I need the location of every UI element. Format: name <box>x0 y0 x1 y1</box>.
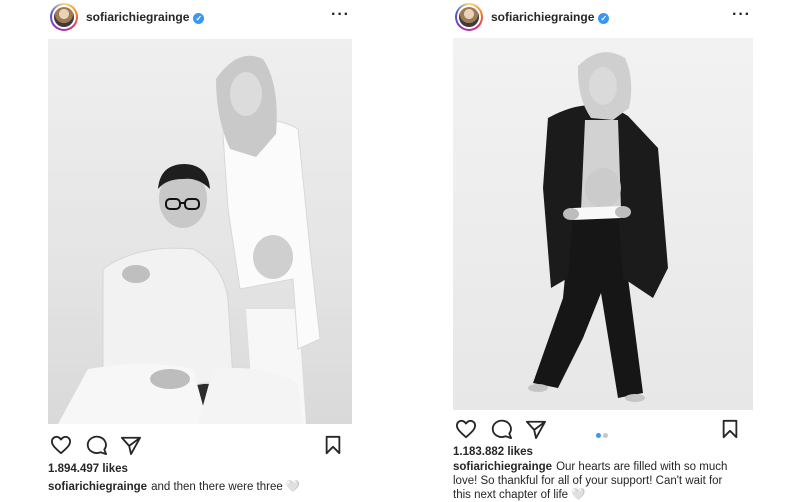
comment-icon[interactable] <box>491 419 513 439</box>
carousel-dot[interactable] <box>603 433 608 438</box>
username-text: sofiarichiegrainge <box>86 10 190 24</box>
username-link[interactable]: sofiarichiegrainge ✓ <box>491 10 610 24</box>
caption-username[interactable]: sofiarichiegrainge <box>453 461 552 473</box>
share-icon[interactable] <box>120 435 142 455</box>
verified-badge-icon: ✓ <box>193 13 205 24</box>
caption-text: and then there were three <box>151 481 283 493</box>
caption: sofiarichiegrainge Our hearts are filled … <box>453 460 743 502</box>
heart-icon[interactable] <box>50 435 72 455</box>
action-bar <box>48 433 352 457</box>
more-options-icon[interactable]: ··· <box>732 7 751 23</box>
post-right: sofiarichiegrainge ✓ ··· 1.183.882 likes… <box>453 0 753 501</box>
carousel-indicator <box>595 425 609 443</box>
bookmark-icon[interactable] <box>721 419 739 439</box>
comment-icon[interactable] <box>86 435 108 455</box>
avatar[interactable] <box>455 3 483 31</box>
username-text: sofiarichiegrainge <box>491 10 595 24</box>
carousel-dot-active[interactable] <box>596 433 601 438</box>
more-options-icon[interactable]: ··· <box>331 7 350 23</box>
bookmark-icon[interactable] <box>324 435 342 455</box>
post-photo[interactable] <box>48 39 352 424</box>
post-header: sofiarichiegrainge ✓ ··· <box>453 0 753 38</box>
avatar[interactable] <box>50 3 78 31</box>
white-heart-emoji-icon: 🤍 <box>285 481 301 493</box>
caption: sofiarichiegrainge and then there were th… <box>48 480 348 494</box>
post-photo[interactable] <box>453 38 753 410</box>
likes-count[interactable]: 1.183.882 likes <box>453 446 533 458</box>
verified-badge-icon: ✓ <box>598 13 610 24</box>
heart-icon[interactable] <box>455 419 477 439</box>
post-header: sofiarichiegrainge ✓ ··· <box>48 0 352 38</box>
caption-username[interactable]: sofiarichiegrainge <box>48 481 147 493</box>
white-heart-emoji-icon: 🤍 <box>571 489 586 501</box>
share-icon[interactable] <box>525 419 547 439</box>
post-left: sofiarichiegrainge ✓ ··· 1.894.497 likes… <box>48 0 352 493</box>
likes-count[interactable]: 1.894.497 likes <box>48 463 128 475</box>
username-link[interactable]: sofiarichiegrainge ✓ <box>86 10 205 24</box>
